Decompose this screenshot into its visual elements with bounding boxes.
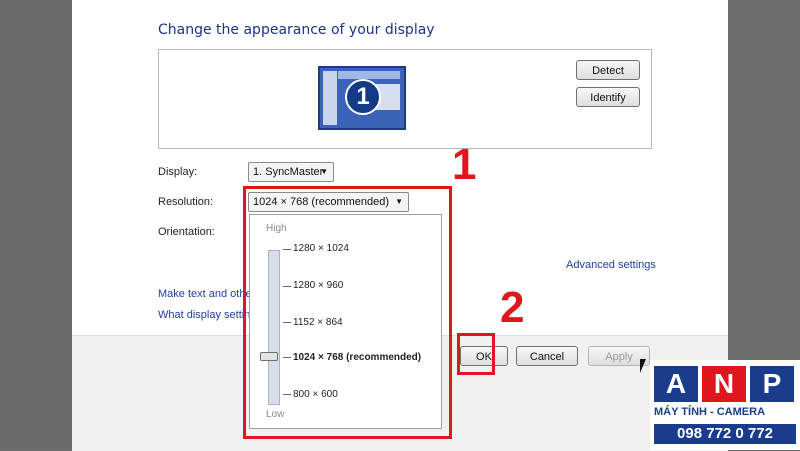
identify-button[interactable]: Identify [576,87,640,107]
detect-button[interactable]: Detect [576,60,640,80]
logo-phone: 098 772 0 772 [654,424,796,444]
display-label: Display: [158,166,198,178]
highlight-box-1 [243,186,452,439]
mouse-cursor-icon [640,359,646,373]
step-number-2: 2 [500,283,525,332]
advanced-settings-link[interactable]: Advanced settings [566,259,656,271]
orientation-label: Orientation: [158,226,215,238]
monitor-icon[interactable]: 1 [318,66,406,130]
logo-tagline: MÁY TÍNH - CAMERA [654,406,766,418]
background-left [0,0,72,450]
logo-letter-p: P [750,366,794,402]
resolution-label: Resolution: [158,196,214,208]
page-title: Change the appearance of your display [158,22,435,38]
logo-letter-n: N [702,366,746,402]
make-text-link[interactable]: Make text and other [158,288,255,300]
highlight-box-2 [457,333,495,375]
monitor-number: 1 [345,79,381,115]
display-select[interactable]: 1. SyncMaster ▼ [248,162,334,182]
chevron-down-icon: ▼ [320,167,328,176]
cancel-button[interactable]: Cancel [516,346,578,366]
logo-letter-a: A [654,366,698,402]
display-select-value: 1. SyncMaster [253,166,324,178]
display-settings-help-link[interactable]: What display settin [158,309,250,321]
step-number-1: 1 [452,140,477,189]
